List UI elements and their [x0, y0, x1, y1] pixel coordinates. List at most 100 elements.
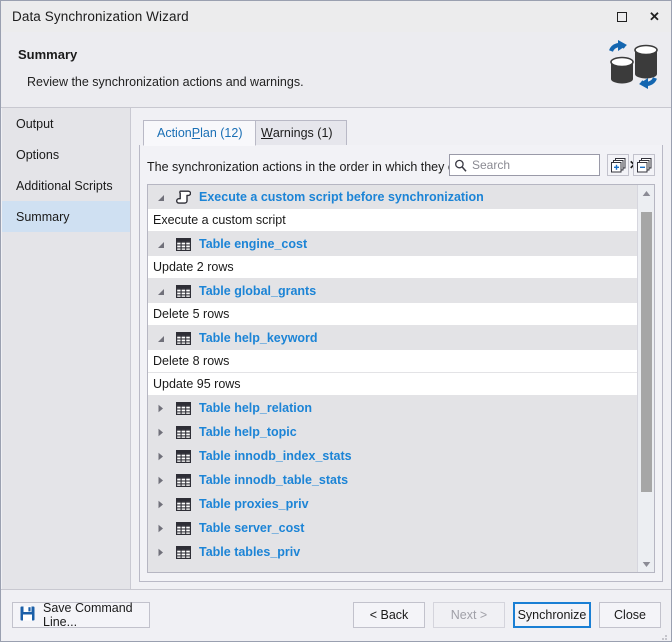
synchronize-button[interactable]: Synchronize — [513, 602, 591, 628]
sidebar-item-additional-scripts[interactable]: Additional Scripts — [2, 170, 130, 201]
action-plan-detail-row[interactable]: Update 95 rows — [148, 373, 637, 396]
action-plan-detail-row[interactable]: Delete 8 rows — [148, 350, 637, 373]
expand-all-button[interactable] — [607, 154, 629, 176]
table-icon — [172, 232, 194, 256]
page-title: Summary — [18, 47, 78, 62]
action-plan-group-row[interactable]: Table tables_priv — [148, 540, 637, 564]
action-plan-detail-label: Update 95 rows — [153, 377, 241, 391]
table-icon — [175, 497, 191, 511]
sidebar-item-output[interactable]: Output — [2, 108, 130, 139]
action-plan-group-row[interactable]: Table help_keyword — [148, 326, 637, 350]
search-input[interactable] — [467, 157, 629, 173]
action-plan-group-row[interactable]: Table engine_cost — [148, 232, 637, 256]
action-plan-group-label: Execute a custom script before synchroni… — [199, 190, 484, 204]
scroll-up-button[interactable] — [638, 185, 654, 201]
expand-toggle[interactable] — [148, 540, 172, 564]
table-icon — [172, 279, 194, 303]
search-icon — [454, 159, 467, 172]
tab-action-plan-post: lan (12) — [200, 126, 243, 140]
page-subtitle: Review the synchronization actions and w… — [27, 75, 304, 89]
chevron-down-icon — [157, 194, 164, 201]
close-button[interactable]: ✕ — [638, 1, 671, 32]
action-plan-group-row[interactable]: Table help_topic — [148, 420, 637, 444]
action-plan-detail-row[interactable]: Execute a custom script — [148, 209, 637, 232]
window-controls: ✕ — [605, 1, 671, 32]
chevron-right-icon — [158, 476, 163, 484]
action-plan-group-label: Table global_grants — [199, 284, 317, 298]
expand-toggle[interactable] — [148, 516, 172, 540]
sidebar-item-summary[interactable]: Summary — [2, 201, 130, 232]
expand-toggle[interactable] — [148, 420, 172, 444]
table-icon — [175, 284, 191, 298]
chevron-right-icon — [158, 524, 163, 532]
table-icon — [172, 540, 194, 564]
back-button-label: < Back — [369, 608, 409, 622]
action-plan-list-inner: Execute a custom script before synchroni… — [148, 185, 637, 572]
action-plan-group-label: Table help_relation — [199, 401, 312, 415]
tab-action-plan[interactable]: Action Plan (12) — [143, 120, 257, 146]
scrollbar-thumb[interactable] — [641, 211, 652, 493]
wizard-sidebar: Output Options Additional Scripts Summar… — [2, 108, 131, 589]
table-icon — [175, 331, 191, 345]
action-plan-detail-label: Update 2 rows — [153, 260, 234, 274]
collapse-all-icon — [636, 157, 651, 172]
list-vertical-scrollbar[interactable] — [637, 185, 654, 572]
collapse-toggle[interactable] — [148, 185, 172, 209]
expand-toggle[interactable] — [148, 492, 172, 516]
expand-toggle[interactable] — [148, 468, 172, 492]
action-plan-group-label: Table help_keyword — [199, 331, 318, 345]
tab-warnings-post: arnings (1) — [272, 126, 333, 140]
collapse-toggle[interactable] — [148, 326, 172, 350]
action-plan-list[interactable]: Execute a custom script before synchroni… — [147, 184, 655, 573]
chevron-down-icon — [157, 335, 164, 342]
action-plan-detail-label: Execute a custom script — [153, 213, 286, 227]
table-icon — [175, 545, 191, 559]
expand-toggle[interactable] — [148, 444, 172, 468]
scroll-down-button[interactable] — [638, 556, 654, 572]
synchronize-button-label: Synchronize — [517, 608, 587, 622]
action-plan-group-label: Table innodb_table_stats — [199, 473, 349, 487]
maximize-button[interactable] — [605, 1, 638, 32]
sidebar-item-label: Options — [16, 147, 60, 162]
tab-warnings[interactable]: Warnings (1) — [247, 120, 347, 146]
tab-action-plan-pre: Action — [157, 126, 192, 140]
table-icon — [172, 396, 194, 420]
action-plan-detail-row[interactable]: Delete 5 rows — [148, 303, 637, 326]
table-icon — [172, 326, 194, 350]
main-content: Action Plan (12) Warnings (1) The synchr… — [131, 108, 671, 589]
collapse-all-button[interactable] — [633, 154, 655, 176]
action-plan-group-row[interactable]: Table innodb_table_stats — [148, 468, 637, 492]
action-plan-group-label: Table innodb_index_stats — [199, 449, 352, 463]
sidebar-item-options[interactable]: Options — [2, 139, 130, 170]
table-icon — [175, 425, 191, 439]
floppy-save-icon — [20, 606, 35, 624]
collapse-toggle[interactable] — [148, 279, 172, 303]
action-plan-group-row[interactable]: Table innodb_index_stats — [148, 444, 637, 468]
resize-grip[interactable] — [658, 628, 668, 640]
action-plan-group-row[interactable]: Table server_cost — [148, 516, 637, 540]
expand-toggle[interactable] — [148, 396, 172, 420]
chevron-down-icon — [157, 241, 164, 248]
back-button[interactable]: < Back — [353, 602, 425, 628]
table-icon — [172, 468, 194, 492]
table-icon — [175, 473, 191, 487]
maximize-icon — [616, 11, 627, 22]
save-command-line-label: Save Command Line... — [43, 601, 133, 629]
footer-button-bar: Save Command Line... < Back Next > Synch… — [1, 589, 671, 641]
close-icon: ✕ — [649, 9, 660, 24]
collapse-toggle[interactable] — [148, 232, 172, 256]
action-plan-group-label: Table server_cost — [199, 521, 305, 535]
action-plan-detail-row[interactable]: Update 2 rows — [148, 256, 637, 279]
action-plan-group-row[interactable]: Table proxies_priv — [148, 492, 637, 516]
pane-description: The synchronization actions in the order… — [147, 160, 482, 174]
search-box[interactable]: ✕ — [449, 154, 639, 176]
script-icon — [172, 185, 194, 209]
action-plan-group-row[interactable]: Table help_relation — [148, 396, 637, 420]
chevron-right-icon — [158, 452, 163, 460]
tab-strip: Action Plan (12) Warnings (1) — [139, 120, 663, 146]
action-plan-group-row[interactable]: Execute a custom script before synchroni… — [148, 185, 637, 209]
action-plan-group-row[interactable]: Table global_grants — [148, 279, 637, 303]
close-dialog-button[interactable]: Close — [599, 602, 661, 628]
save-command-line-button[interactable]: Save Command Line... — [12, 601, 150, 629]
table-icon — [175, 449, 191, 463]
